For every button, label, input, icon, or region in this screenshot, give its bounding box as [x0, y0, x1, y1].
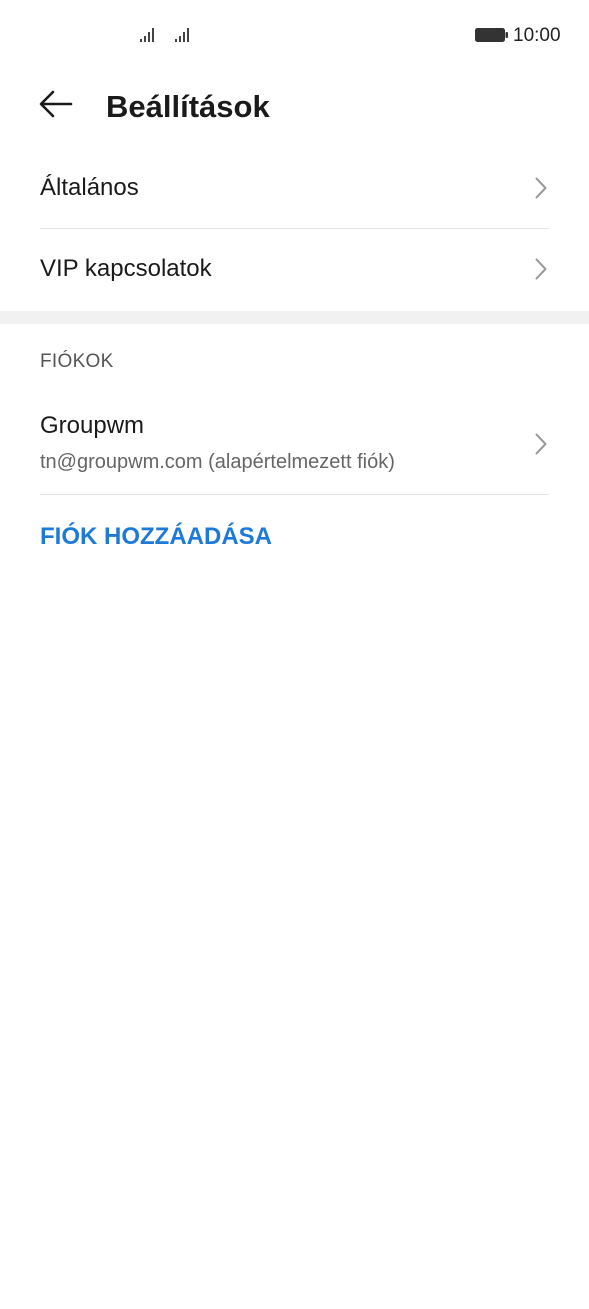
page-title: Beállítások	[106, 89, 270, 124]
settings-list: Általános VIP kapcsolatok	[0, 148, 589, 309]
battery-icon	[475, 28, 509, 42]
add-account-button[interactable]: FIÓK HOZZÁADÁSA	[40, 522, 272, 552]
section-header-accounts: FIÓKOK	[40, 351, 114, 372]
settings-item-label: Általános	[40, 174, 139, 201]
back-button[interactable]	[34, 86, 78, 126]
divider	[40, 494, 549, 495]
settings-item-vip-contacts[interactable]: VIP kapcsolatok	[40, 229, 549, 309]
chevron-right-icon	[535, 433, 547, 455]
account-item[interactable]: Groupwm tn@groupwm.com (alapértelmezett …	[40, 400, 549, 494]
status-time: 10:00	[513, 25, 561, 46]
section-separator	[0, 311, 589, 324]
signal-icon	[175, 27, 193, 43]
settings-item-general[interactable]: Általános	[40, 148, 549, 228]
chevron-right-icon	[535, 177, 547, 199]
account-email: tn@groupwm.com (alapértelmezett fiók)	[40, 451, 395, 473]
settings-item-label: VIP kapcsolatok	[40, 255, 212, 282]
status-bar: 10:00	[0, 0, 589, 72]
account-name: Groupwm	[40, 412, 145, 439]
arrow-left-icon	[39, 90, 73, 123]
signal-icon	[140, 27, 158, 43]
app-bar: Beállítások	[0, 72, 589, 140]
chevron-right-icon	[535, 258, 547, 280]
